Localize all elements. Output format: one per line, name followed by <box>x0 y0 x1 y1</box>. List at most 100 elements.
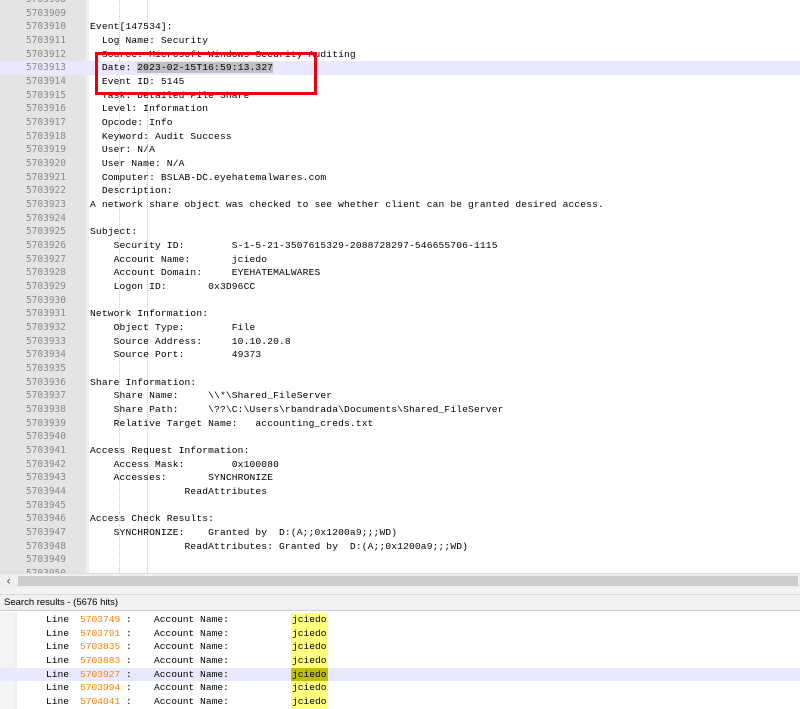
line-text: Level: Information <box>90 102 208 116</box>
line-number: 5703936 <box>25 376 66 388</box>
editor-line[interactable]: 5703916 Level: Information <box>0 102 800 116</box>
line-text: Source Address: 10.10.20.8 <box>90 335 291 349</box>
editor-line[interactable]: 5703938 Share Path: \??\C:\Users\rbandra… <box>0 403 800 417</box>
line-number: 5703931 <box>25 308 66 320</box>
editor-line[interactable]: 5703932 Object Type: File <box>0 321 800 335</box>
editor-line[interactable]: 5703942 Access Mask: 0x100080 <box>0 458 800 472</box>
line-text: Relative Target Name: accounting_creds.t… <box>90 417 374 431</box>
line-text: Description: <box>90 184 173 198</box>
editor-line[interactable]: 5703943 Accesses: SYNCHRONIZE <box>0 471 800 485</box>
editor-line[interactable]: 5703929 Logon ID: 0x3D96CC <box>0 280 800 294</box>
editor-line[interactable]: 5703944 ReadAttributes <box>0 485 800 499</box>
line-number: 5703924 <box>25 212 66 224</box>
line-text: ReadAttributes <box>90 485 268 499</box>
editor-line[interactable]: 5703939 Relative Target Name: accounting… <box>0 417 800 431</box>
editor-line[interactable]: 5703917 Opcode: Info <box>0 116 800 130</box>
editor-line[interactable]: 5703922 Description: <box>0 184 800 198</box>
line-text: Accesses: SYNCHRONIZE <box>90 471 273 485</box>
editor-line[interactable]: 5703919 User: N/A <box>0 143 800 157</box>
editor-line[interactable]: 5703925 Subject: <box>0 225 800 239</box>
editor-line[interactable]: 5703927 Account Name: jciedo <box>0 253 800 267</box>
search-result-row[interactable]: Line 5703994 Account Name: jciedo: <box>0 681 800 696</box>
result-field-name: Account Name: <box>154 641 229 653</box>
editor-line[interactable]: 5703931 Network Information: <box>0 307 800 321</box>
result-line-number: 5703994 <box>80 682 121 694</box>
line-text-content: ReadAttributes: Granted by D:(A;;0x1200a… <box>90 540 469 552</box>
result-colon: : <box>126 641 132 653</box>
line-text-content: Access Check Results: <box>90 513 215 525</box>
line-number: 5703911 <box>25 35 66 46</box>
result-field-name: Account Name: <box>154 614 229 625</box>
editor-line[interactable]: 5703926 Security ID: S-1-5-21-3507615329… <box>0 239 800 253</box>
editor-line[interactable]: 5703937 Share Name: \\*\Shared_FileServe… <box>0 389 800 403</box>
line-number: 5703917 <box>25 117 66 129</box>
panel-splitter[interactable] <box>0 588 800 595</box>
text-editor[interactable]: 570390857039095703910Event[147534]:57039… <box>0 0 800 573</box>
search-result-row[interactable]: Line 5703927 Account Name: jciedo: <box>0 667 800 682</box>
result-match-text: jciedo <box>291 695 328 709</box>
line-text: Access Check Results: <box>90 512 214 526</box>
line-text: User: N/A <box>90 143 155 157</box>
search-result-row[interactable]: Line 5704041 Account Name: jciedo: <box>0 695 800 709</box>
line-number: 5703925 <box>25 226 66 238</box>
editor-line[interactable]: 5703924 <box>0 212 800 226</box>
editor-line[interactable]: 5703947 SYNCHRONIZE: Granted by D:(A;;0x… <box>0 526 800 540</box>
line-text-content: Source Port: 49373 <box>90 349 262 361</box>
line-text-content: Security ID: S-1-5-21-3507615329-2088728… <box>90 240 498 252</box>
editor-line[interactable]: 5703928 Account Domain: EYEHATEMALWARES <box>0 266 800 280</box>
editor-line[interactable]: 5703945 <box>0 499 800 513</box>
line-number: 5703930 <box>25 294 66 306</box>
result-line-prefix: Line <box>46 641 70 653</box>
editor-line[interactable]: 5703908 <box>0 0 800 7</box>
editor-line[interactable]: 5703933 Source Address: 10.10.20.8 <box>0 335 800 349</box>
editor-line[interactable]: 5703941 Access Request Information: <box>0 444 800 458</box>
search-result-row[interactable]: Line 5703749 Account Name: jciedo: <box>0 613 800 627</box>
line-text-content: Account Domain: EYEHATEMALWARES <box>90 267 321 279</box>
search-result-row[interactable]: Line 5703883 Account Name: jciedo: <box>0 654 800 668</box>
line-number: 5703915 <box>25 89 66 101</box>
search-results-panel[interactable]: Line 5703749 Account Name: jciedo: Line 57037… <box>0 612 800 709</box>
date-highlight-box <box>95 52 317 95</box>
editor-line[interactable]: 5703920 User Name: N/A <box>0 157 800 171</box>
editor-line[interactable]: 5703940 <box>0 430 800 444</box>
line-text: Log Name: Security <box>90 34 208 48</box>
result-field-name: Account Name: <box>154 627 229 639</box>
line-text-content: Network Information: <box>90 308 209 320</box>
editor-line[interactable]: 5703923 A network share object was checke… <box>0 198 800 212</box>
editor-line[interactable]: 5703948 ReadAttributes: Granted by D:(A;… <box>0 540 800 554</box>
horizontal-scrollbar[interactable]: ‹ <box>0 573 800 589</box>
result-line-prefix: Line <box>46 696 70 708</box>
line-number: 5703939 <box>25 417 66 429</box>
editor-line[interactable]: 5703930 <box>0 294 800 308</box>
scroll-left-arrow-icon[interactable]: ‹ <box>0 574 17 589</box>
result-line-prefix: Line <box>46 627 70 639</box>
editor-line[interactable]: 5703949 <box>0 553 800 567</box>
line-number: 5703929 <box>25 281 66 293</box>
line-number: 5703928 <box>25 267 66 279</box>
line-number: 5703914 <box>25 76 66 88</box>
line-text: Account Name: jciedo <box>90 253 267 267</box>
line-number: 5703927 <box>25 253 66 265</box>
line-number: 5703945 <box>25 499 66 511</box>
search-result-row[interactable]: Line 5703791 Account Name: jciedo: <box>0 626 800 641</box>
line-text-content: Log Name: Security <box>90 35 209 46</box>
line-text-content: Share Name: \\*\Shared_FileServer <box>90 390 333 402</box>
line-text-content: Share Information: <box>90 376 197 388</box>
line-text: Logon ID: 0x3D96CC <box>90 280 256 294</box>
line-number: 5703926 <box>25 240 66 252</box>
editor-line[interactable]: 5703910 Event[147534]: <box>0 20 800 34</box>
editor-line[interactable]: 5703936 Share Information: <box>0 376 800 390</box>
line-text-content: User Name: N/A <box>90 158 185 170</box>
line-text: Event[147534]: <box>90 20 173 34</box>
editor-line[interactable]: 5703934 Source Port: 49373 <box>0 348 800 362</box>
line-text-content: Share Path: \??\C:\Users\rbandrada\Docum… <box>90 404 504 416</box>
scrollbar-thumb[interactable] <box>18 576 798 586</box>
editor-line[interactable]: 5703911 Log Name: Security <box>0 34 800 48</box>
search-result-row[interactable]: Line 5703835 Account Name: jciedo: <box>0 640 800 654</box>
editor-line[interactable]: 5703909 <box>0 7 800 21</box>
editor-line[interactable]: 5703918 Keyword: Audit Success <box>0 130 800 144</box>
editor-line[interactable]: 5703946 Access Check Results: <box>0 512 800 526</box>
editor-line[interactable]: 5703935 <box>0 362 800 376</box>
editor-line[interactable]: 5703921 Computer: BSLAB-DC.eyehatemalwar… <box>0 171 800 185</box>
line-text-content: Description: <box>90 185 173 197</box>
